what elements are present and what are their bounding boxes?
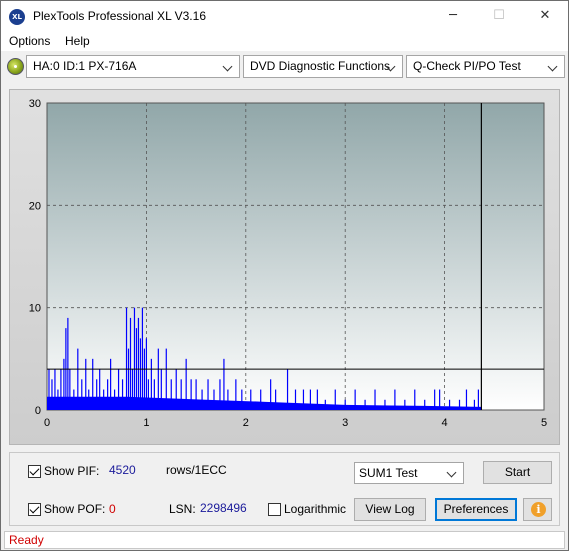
pif-unit: rows/1ECC — [166, 463, 227, 477]
start-button[interactable]: Start — [483, 461, 552, 484]
chart-panel: 0 1 2 3 4 5 0 10 20 30 — [9, 89, 560, 445]
x-tick-label: 4 — [442, 417, 448, 429]
y-tick-label: 10 — [29, 303, 41, 315]
show-pif-label: Show PIF: — [44, 464, 100, 478]
drive-select-value: HA:0 ID:1 PX-716A — [33, 59, 137, 73]
y-tick-label: 0 — [35, 405, 41, 417]
pi-po-chart: 0 1 2 3 4 5 0 10 20 30 — [29, 98, 547, 429]
x-tick-label: 5 — [541, 417, 547, 429]
chevron-down-icon — [548, 56, 560, 77]
sum-test-value: SUM1 Test — [359, 466, 418, 480]
y-tick-label: 30 — [29, 98, 41, 110]
sum-test-select[interactable]: SUM1 Test — [354, 462, 464, 484]
view-log-button[interactable]: View Log — [354, 498, 426, 521]
y-tick-label: 20 — [29, 200, 41, 212]
x-tick-label: 3 — [342, 417, 348, 429]
x-tick-label: 1 — [143, 417, 149, 429]
status-text: Ready — [9, 533, 44, 547]
lsn-value: 2298496 — [200, 501, 247, 515]
drive-status-icon[interactable] — [7, 58, 24, 75]
info-button[interactable]: i — [523, 498, 552, 521]
maximize-button[interactable]: ☐ — [476, 1, 522, 31]
close-button[interactable]: ✕ — [522, 1, 568, 31]
test-select[interactable]: Q-Check PI/PO Test — [406, 55, 565, 78]
toolbar: HA:0 ID:1 PX-716A DVD Diagnostic Functio… — [1, 52, 568, 82]
menu-options[interactable]: Options — [9, 34, 50, 48]
function-select[interactable]: DVD Diagnostic Functions — [243, 55, 403, 78]
logarithmic-checkbox[interactable] — [268, 503, 281, 516]
app-logo-icon: XL — [9, 9, 25, 25]
title-bar: XL PlexTools Professional XL V3.16 ─ ☐ ✕ — [1, 1, 568, 31]
status-bar: Ready — [4, 531, 565, 549]
minimize-button[interactable]: ─ — [430, 1, 476, 31]
logarithmic-label: Logarithmic — [284, 502, 347, 516]
test-select-value: Q-Check PI/PO Test — [413, 59, 521, 73]
chevron-down-icon — [447, 463, 459, 483]
drive-select[interactable]: HA:0 ID:1 PX-716A — [26, 55, 240, 78]
menu-bar: Options Help — [1, 31, 568, 51]
info-icon: i — [531, 502, 546, 517]
show-pof-checkbox[interactable] — [28, 503, 41, 516]
app-window: XL PlexTools Professional XL V3.16 ─ ☐ ✕… — [0, 0, 569, 551]
controls-panel: Show PIF: 4520 rows/1ECC SUM1 Test Start… — [9, 452, 560, 526]
plot-area — [46, 102, 545, 411]
preferences-button[interactable]: Preferences — [435, 498, 517, 521]
pof-value: 0 — [109, 502, 116, 516]
chevron-down-icon — [386, 56, 398, 77]
function-select-value: DVD Diagnostic Functions — [250, 59, 391, 73]
show-pof-label: Show POF: — [44, 502, 106, 516]
menu-help[interactable]: Help — [65, 34, 90, 48]
pif-value: 4520 — [109, 463, 136, 477]
chevron-down-icon — [223, 56, 235, 77]
show-pif-checkbox[interactable] — [28, 465, 41, 478]
lsn-label: LSN: — [169, 502, 196, 516]
window-title: PlexTools Professional XL V3.16 — [33, 9, 206, 23]
x-tick-label: 0 — [44, 417, 50, 429]
x-tick-label: 2 — [243, 417, 249, 429]
